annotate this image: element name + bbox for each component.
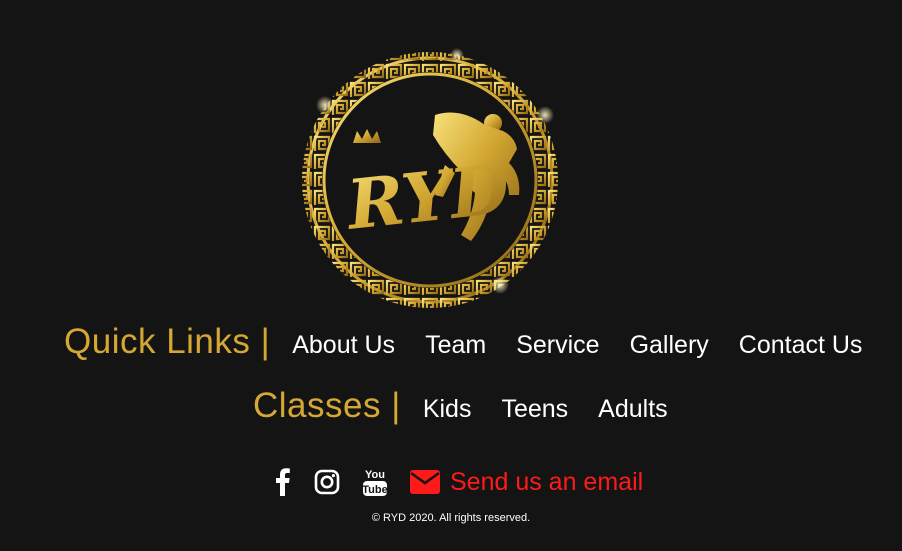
class-link-teens[interactable]: Teens (501, 395, 568, 424)
svg-text:You: You (365, 469, 385, 481)
social-links: You Tube Send us an email (272, 462, 643, 502)
quick-links-nav: Quick Links | About Us Team Service Gall… (64, 322, 862, 362)
classes-heading: Classes | (253, 386, 401, 425)
copyright-text: © RYD 2020. All rights reserved. (371, 512, 531, 524)
instagram-icon[interactable] (314, 469, 340, 495)
youtube-icon[interactable]: You Tube (362, 467, 388, 497)
classes-nav: Classes | Kids Teens Adults (253, 386, 668, 426)
envelope-icon (410, 470, 440, 494)
nav-link-contact-us[interactable]: Contact Us (739, 331, 863, 360)
nav-link-about-us[interactable]: About Us (292, 331, 395, 360)
nav-link-gallery[interactable]: Gallery (630, 331, 709, 360)
facebook-icon[interactable] (272, 467, 294, 497)
nav-link-service[interactable]: Service (516, 331, 599, 360)
svg-text:Tube: Tube (362, 484, 387, 496)
class-link-adults[interactable]: Adults (598, 395, 667, 424)
email-link[interactable]: Send us an email (410, 468, 643, 497)
ryd-logo[interactable]: RYD (295, 45, 565, 315)
nav-link-team[interactable]: Team (425, 331, 486, 360)
email-link-label: Send us an email (450, 467, 644, 496)
ryd-logo-graphic: RYD (302, 48, 558, 308)
svg-text:RYD: RYD (342, 149, 513, 246)
class-link-kids[interactable]: Kids (423, 395, 472, 424)
quick-links-heading: Quick Links | (64, 322, 271, 361)
